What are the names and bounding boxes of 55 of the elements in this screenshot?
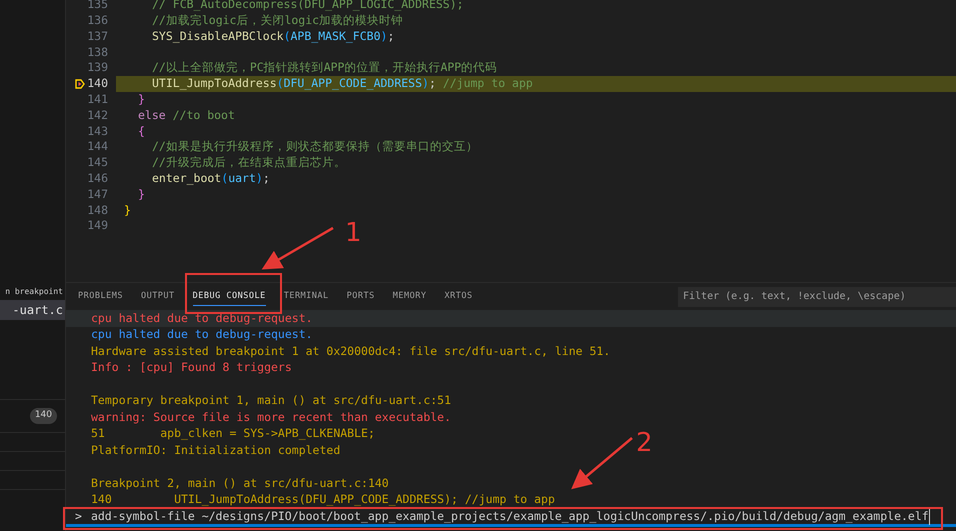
line-number: 141 <box>87 91 108 108</box>
code-text: //以上全部做完，PC指针跳转到APP的位置，开始执行APP的代码 <box>152 59 498 76</box>
code-text: } <box>138 186 145 203</box>
console-line: cpu halted due to debug-request. <box>91 310 313 327</box>
line-number: 149 <box>87 217 108 234</box>
console-line: Info : [cpu] Found 8 triggers <box>91 359 292 376</box>
code-text: SYS_DisableAPBClock(APB_MASK_FCB0); <box>152 28 394 45</box>
filter-field[interactable]: Filter (e.g. text, !exclude, \escape) <box>678 286 956 306</box>
annotation-arrow <box>571 437 633 490</box>
code-text: //加载完logic后，关闭logic加载的模块时钟 <box>152 12 404 30</box>
line-number: 138 <box>87 44 108 61</box>
code-text: else //to boot <box>138 106 235 124</box>
line-number: 147 <box>87 186 108 203</box>
annotation-number: 2 <box>636 430 653 456</box>
prompt-icon: > <box>75 508 82 526</box>
code-text: } <box>124 202 131 219</box>
breakpoint-arrow-icon <box>75 78 86 89</box>
line-number: 144 <box>87 138 108 156</box>
panel-tab[interactable]: TERMINAL <box>284 286 329 306</box>
panel-tab[interactable]: PORTS <box>346 286 375 306</box>
sidebar-item[interactable]: n breakpoint <box>0 284 65 300</box>
console-input[interactable]: add-symbol-file ~/designs/PIO/boot/boot_app_example_projects/example_app_logicUncompress/.pio/build/debug/agm_example.elf <box>90 508 930 526</box>
console-line: 140 UTIL_JumpToAddress(DFU_APP_CODE_ADDRESS); //jump to app <box>91 491 555 508</box>
line-number: 139 <box>87 59 108 76</box>
console-line: cpu halted due to debug-request. <box>91 326 313 344</box>
code-text: // FCB_AutoDecompress(DFU_APP_LOGIC_ADDRESS); <box>152 0 464 14</box>
code-text: } <box>138 91 145 108</box>
line-number: 136 <box>87 12 108 30</box>
panel-tab[interactable]: MEMORY <box>392 286 426 306</box>
sidebar-item[interactable]: -uart.c <box>0 300 65 320</box>
line-number: 145 <box>87 154 108 172</box>
console-line: Breakpoint 2, main () at src/dfu-uart.c:140 <box>91 474 389 492</box>
line-number: 142 <box>87 106 108 124</box>
line-number: 146 <box>87 170 108 188</box>
code-text: UTIL_JumpToAddress(DFU_APP_CODE_ADDRESS); //jump to app <box>152 75 533 92</box>
panel-tab[interactable]: DEBUG CONSOLE <box>192 286 266 306</box>
code-text: //如果是执行升级程序，则状态都要保持（需要串口的交互） <box>152 138 478 156</box>
line-number: 148 <box>87 202 108 219</box>
line-number: 137 <box>87 28 108 45</box>
line-number: 140 <box>87 75 108 92</box>
console-line: Hardware assisted breakpoint 1 at 0x20000dc4: file src/dfu-uart.c, line 51. <box>91 342 610 360</box>
code-text: enter_boot(uart); <box>152 170 270 188</box>
console-line: PlatformIO: Initialization completed <box>91 442 340 459</box>
code-text: //升级完成后，在结束点重启芯片。 <box>152 154 346 172</box>
console-line: Temporary breakpoint 1, main () at src/dfu-uart.c:51 <box>91 392 452 410</box>
code-text: { <box>138 122 145 140</box>
line-number: 143 <box>87 122 108 140</box>
panel-tab[interactable]: XRTOS <box>444 286 473 306</box>
count-badge: 140 <box>30 408 57 424</box>
panel-tab[interactable]: PROBLEMS <box>78 286 123 306</box>
console-line: 51 apb_clken = SYS->APB_CLKENABLE; <box>91 425 375 442</box>
line-number: 135 <box>87 0 108 14</box>
console-line: warning: Source file is more recent than executable. <box>91 408 452 426</box>
annotation-number: 1 <box>345 220 362 246</box>
panel-tab[interactable]: OUTPUT <box>140 286 175 306</box>
